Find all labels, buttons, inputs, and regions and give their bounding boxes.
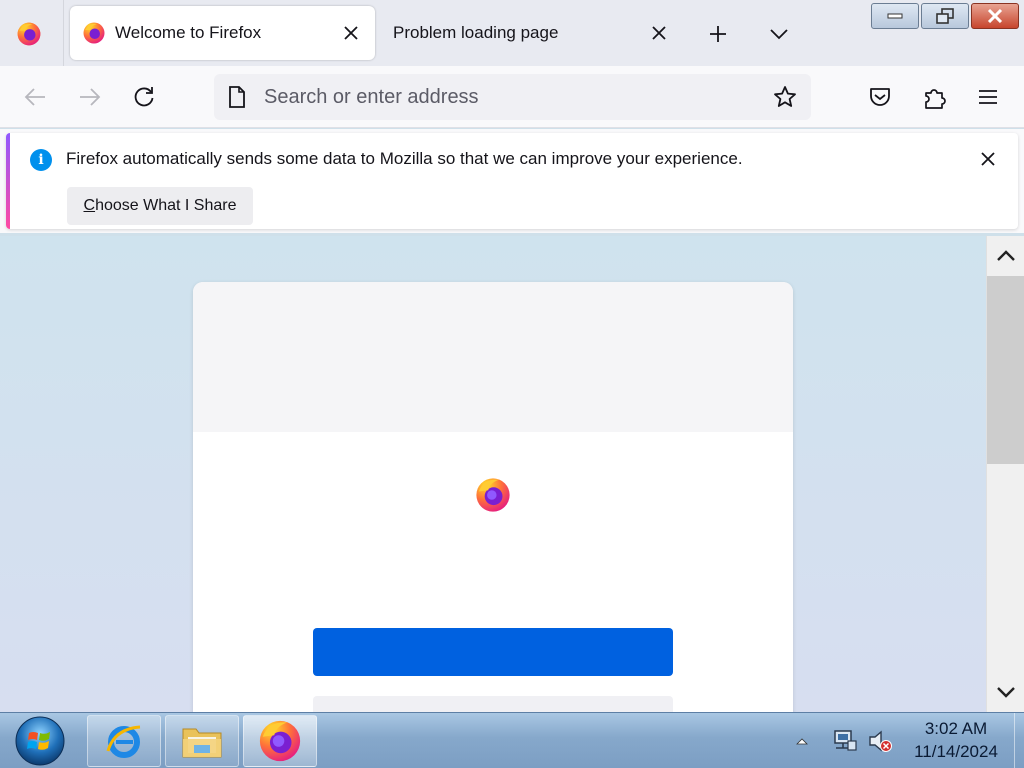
minimize-button[interactable]	[871, 3, 919, 29]
taskbar-internet-explorer[interactable]	[87, 715, 161, 767]
card-header	[193, 282, 793, 432]
window-close-button[interactable]	[971, 3, 1019, 29]
chevron-down-icon	[996, 687, 1015, 698]
windows-taskbar: 3:02 AM 11/14/2024	[0, 712, 1024, 768]
window-controls	[871, 3, 1019, 29]
reload-icon	[134, 87, 154, 107]
tab-welcome[interactable]: Welcome to Firefox	[70, 6, 375, 60]
close-icon	[987, 9, 1003, 23]
page-icon	[224, 84, 250, 110]
firefox-logo-icon	[83, 22, 105, 44]
notification-accent	[6, 133, 10, 229]
volume-muted-icon	[869, 730, 892, 752]
secondary-action-button[interactable]	[313, 696, 673, 712]
restore-button[interactable]	[921, 3, 969, 29]
address-bar[interactable]	[214, 74, 811, 120]
button-access-key: C	[83, 197, 96, 214]
file-explorer-icon	[182, 728, 222, 758]
puzzle-icon	[925, 89, 946, 109]
primary-action-button[interactable]	[313, 628, 673, 676]
show-hidden-icons-button[interactable]	[792, 727, 812, 755]
minimize-icon	[887, 13, 903, 19]
notification-close-button[interactable]	[976, 147, 1000, 171]
show-hidden-icons-arrow	[796, 738, 808, 745]
forward-button[interactable]	[72, 79, 108, 115]
close-icon	[981, 152, 995, 166]
tab-close-button[interactable]	[646, 20, 672, 46]
close-icon	[652, 26, 666, 40]
restore-icon	[936, 8, 954, 24]
plus-icon	[710, 26, 726, 42]
star-icon	[774, 86, 796, 107]
close-icon	[344, 26, 358, 40]
tab-close-button[interactable]	[338, 20, 364, 46]
windows-logo-icon	[15, 716, 65, 766]
firefox-view-button[interactable]	[8, 14, 50, 54]
new-tab-button[interactable]	[702, 18, 734, 50]
data-collection-notification: i Firefox automatically sends some data …	[0, 129, 1024, 233]
extensions-button[interactable]	[917, 79, 953, 115]
info-icon: i	[30, 149, 52, 171]
tab-title: Problem loading page	[393, 23, 559, 42]
back-arrow-icon	[24, 88, 45, 106]
back-button[interactable]	[17, 79, 53, 115]
taskbar-clock[interactable]: 3:02 AM 11/14/2024	[896, 717, 1016, 763]
show-desktop-button[interactable]	[1014, 713, 1024, 768]
scrollbar-thumb[interactable]	[987, 276, 1024, 464]
application-menu-button[interactable]	[970, 79, 1006, 115]
address-input[interactable]	[264, 85, 769, 109]
internet-explorer-icon	[106, 725, 141, 758]
firefox-logo-icon	[17, 22, 41, 46]
list-all-tabs-button[interactable]	[763, 18, 795, 50]
notification-message: Firefox automatically sends some data to…	[66, 149, 743, 168]
save-to-pocket-button[interactable]	[862, 79, 898, 115]
scroll-down-button[interactable]	[987, 672, 1024, 712]
tab-strip-separator	[63, 0, 64, 66]
tab-title: Welcome to Firefox	[115, 23, 262, 42]
taskbar-firefox[interactable]	[243, 715, 317, 767]
firefox-logo-icon	[476, 478, 510, 512]
navigation-toolbar	[0, 66, 1024, 128]
reload-button[interactable]	[126, 79, 162, 115]
page-content	[0, 236, 986, 712]
scroll-up-button[interactable]	[987, 236, 1024, 276]
chevron-down-icon	[770, 29, 788, 40]
vertical-scrollbar[interactable]	[986, 236, 1024, 712]
choose-what-i-share-button[interactable]: Choose What I Share	[67, 187, 253, 225]
button-label: hoose What I Share	[95, 197, 237, 214]
clock-time: 3:02 AM	[924, 719, 988, 738]
hamburger-icon	[979, 90, 997, 104]
tab-strip: Welcome to Firefox Problem loading page	[0, 0, 1024, 66]
tab-problem-loading[interactable]: Problem loading page	[378, 6, 683, 60]
start-button[interactable]	[13, 715, 67, 767]
bookmark-button[interactable]	[769, 81, 801, 113]
taskbar-file-explorer[interactable]	[165, 715, 239, 767]
welcome-card	[193, 282, 793, 712]
notification-box: i Firefox automatically sends some data …	[6, 133, 1018, 229]
forward-arrow-icon	[80, 88, 101, 106]
firefox-icon	[259, 720, 301, 762]
chevron-up-icon	[996, 250, 1015, 261]
network-icon	[834, 730, 857, 751]
pocket-icon	[870, 88, 890, 106]
clock-date: 11/14/2024	[914, 742, 998, 761]
volume-tray-button[interactable]	[866, 727, 894, 755]
network-tray-button[interactable]	[830, 727, 858, 755]
